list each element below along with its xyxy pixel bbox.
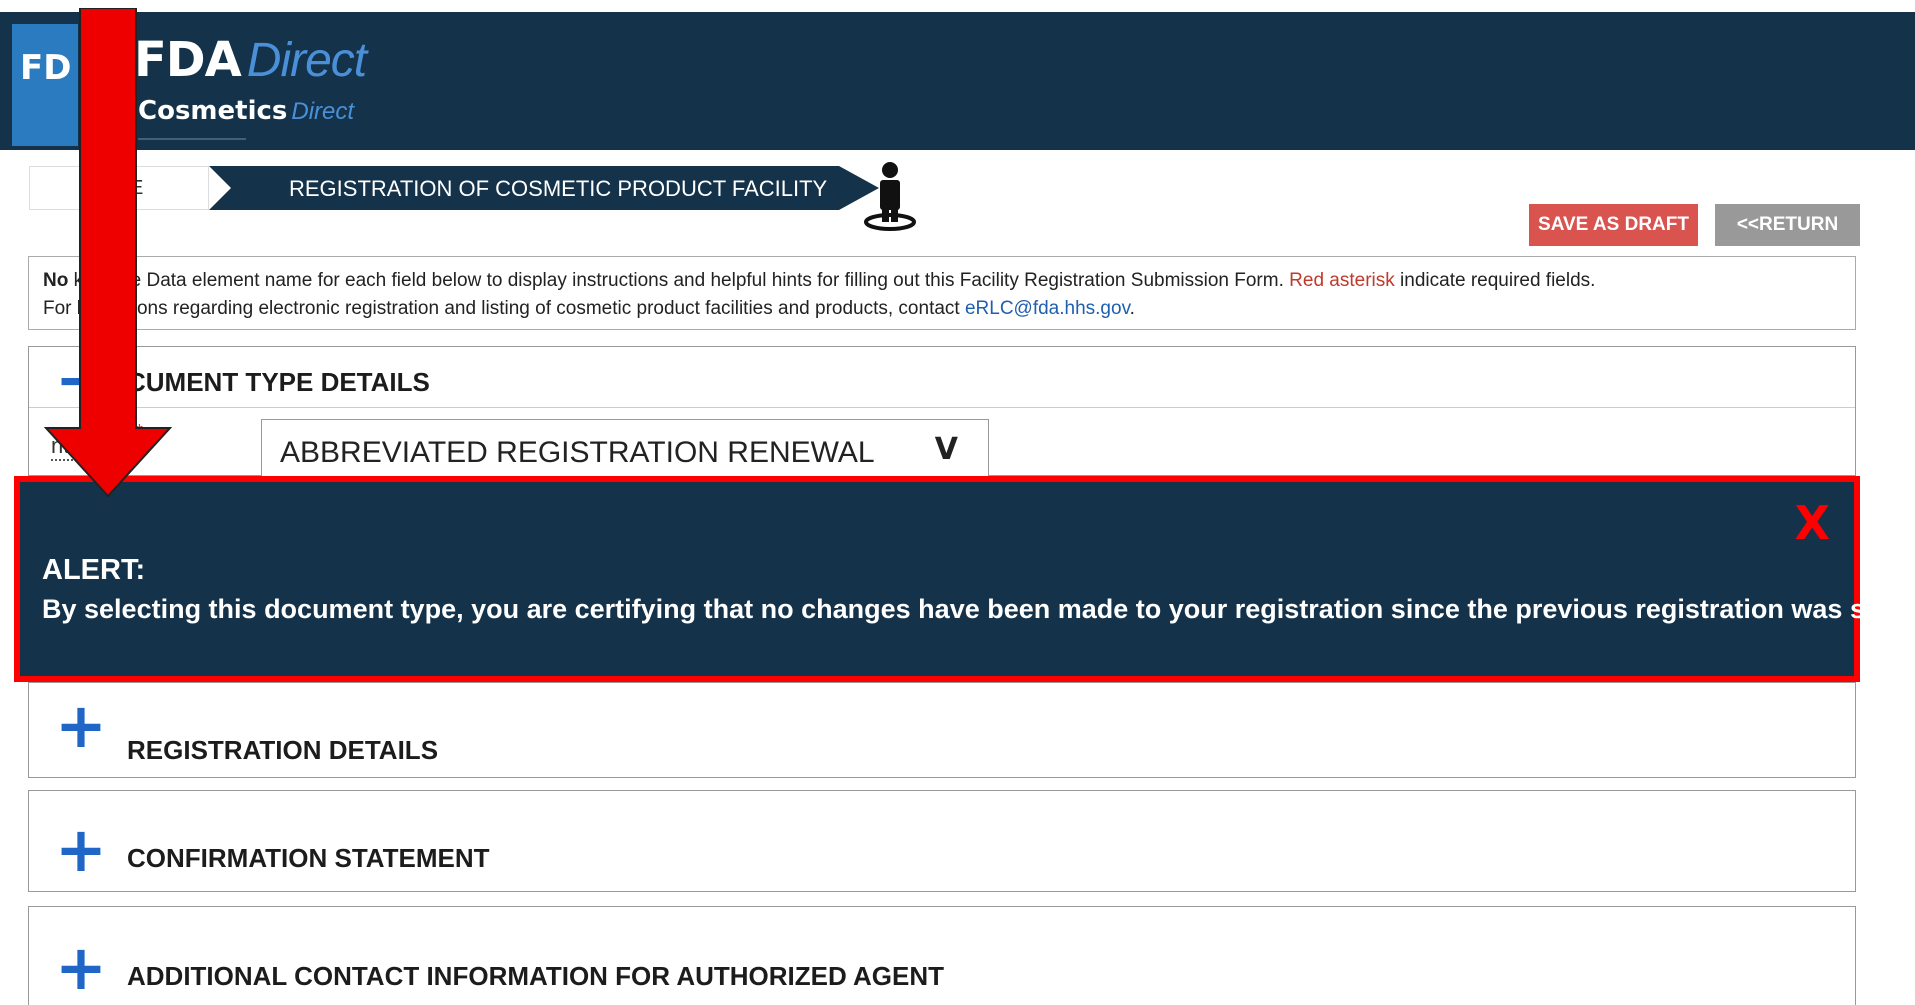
- document-type-selected-value: ABBREVIATED REGISTRATION RENEWAL: [280, 436, 875, 469]
- instructions-note: No k on the Data element name for each f…: [28, 256, 1856, 330]
- chevron-down-icon: V: [934, 432, 958, 467]
- expand-plus-icon[interactable]: +: [55, 937, 107, 999]
- expand-plus-icon[interactable]: +: [55, 695, 107, 757]
- alert-title: ALERT:: [42, 554, 146, 586]
- return-button[interactable]: <<RETURN: [1715, 204, 1860, 246]
- alert-banner: X ALERT: By selecting this document type…: [14, 476, 1915, 682]
- confirmation-statement-panel: + CONFIRMATION STATEMENT: [28, 790, 1856, 892]
- person-icon: [864, 162, 916, 231]
- document-type-details-panel: − CUMENT TYPE DETAILS nt Type:* ABBREVIA…: [28, 346, 1856, 481]
- expand-plus-icon[interactable]: +: [55, 819, 107, 881]
- note-suffix: indicate required fields.: [1400, 270, 1596, 291]
- document-type-select[interactable]: ABBREVIATED REGISTRATION RENEWAL V: [261, 419, 989, 481]
- registration-details-panel: + REGISTRATION DETAILS: [28, 682, 1856, 778]
- note-line2-body: l questions regarding electronic registr…: [76, 298, 960, 319]
- authorized-agent-contact-panel: + ADDITIONAL CONTACT INFORMATION FOR AUT…: [28, 906, 1856, 1005]
- note-red-asterisk: Red asterisk: [1289, 270, 1395, 291]
- brand-product-suffix: Direct: [291, 98, 355, 125]
- alert-message: By selecting this document type, you are…: [42, 594, 1915, 624]
- note-line2-end: .: [1129, 298, 1135, 319]
- app-header: FD FDA Direct Cosmetics Direct: [0, 12, 1915, 150]
- panel-divider: [29, 407, 1855, 408]
- breadcrumb-separator: [209, 166, 231, 210]
- save-as-draft-button[interactable]: SAVE AS DRAFT: [1529, 204, 1698, 246]
- top-strip: [0, 0, 1915, 12]
- registration-details-title[interactable]: REGISTRATION DETAILS: [127, 735, 438, 766]
- contact-email-link[interactable]: eRLC@fda.hhs.gov: [965, 298, 1130, 319]
- breadcrumb-current: REGISTRATION OF COSMETIC PRODUCT FACILIT…: [209, 166, 839, 210]
- note-line-2: For l questions regarding electronic reg…: [43, 295, 1841, 323]
- brand-name-suffix: Direct: [246, 34, 367, 87]
- note-line-1: No k on the Data element name for each f…: [43, 267, 1841, 295]
- red-down-arrow-icon: [43, 8, 173, 498]
- note-body: k on the Data element name for each fiel…: [73, 270, 1284, 291]
- close-icon[interactable]: X: [1795, 496, 1830, 550]
- breadcrumb-current-label: REGISTRATION OF COSMETIC PRODUCT FACILIT…: [289, 176, 828, 201]
- authorized-agent-contact-title[interactable]: ADDITIONAL CONTACT INFORMATION FOR AUTHO…: [127, 961, 944, 992]
- confirmation-statement-title[interactable]: CONFIRMATION STATEMENT: [127, 843, 490, 874]
